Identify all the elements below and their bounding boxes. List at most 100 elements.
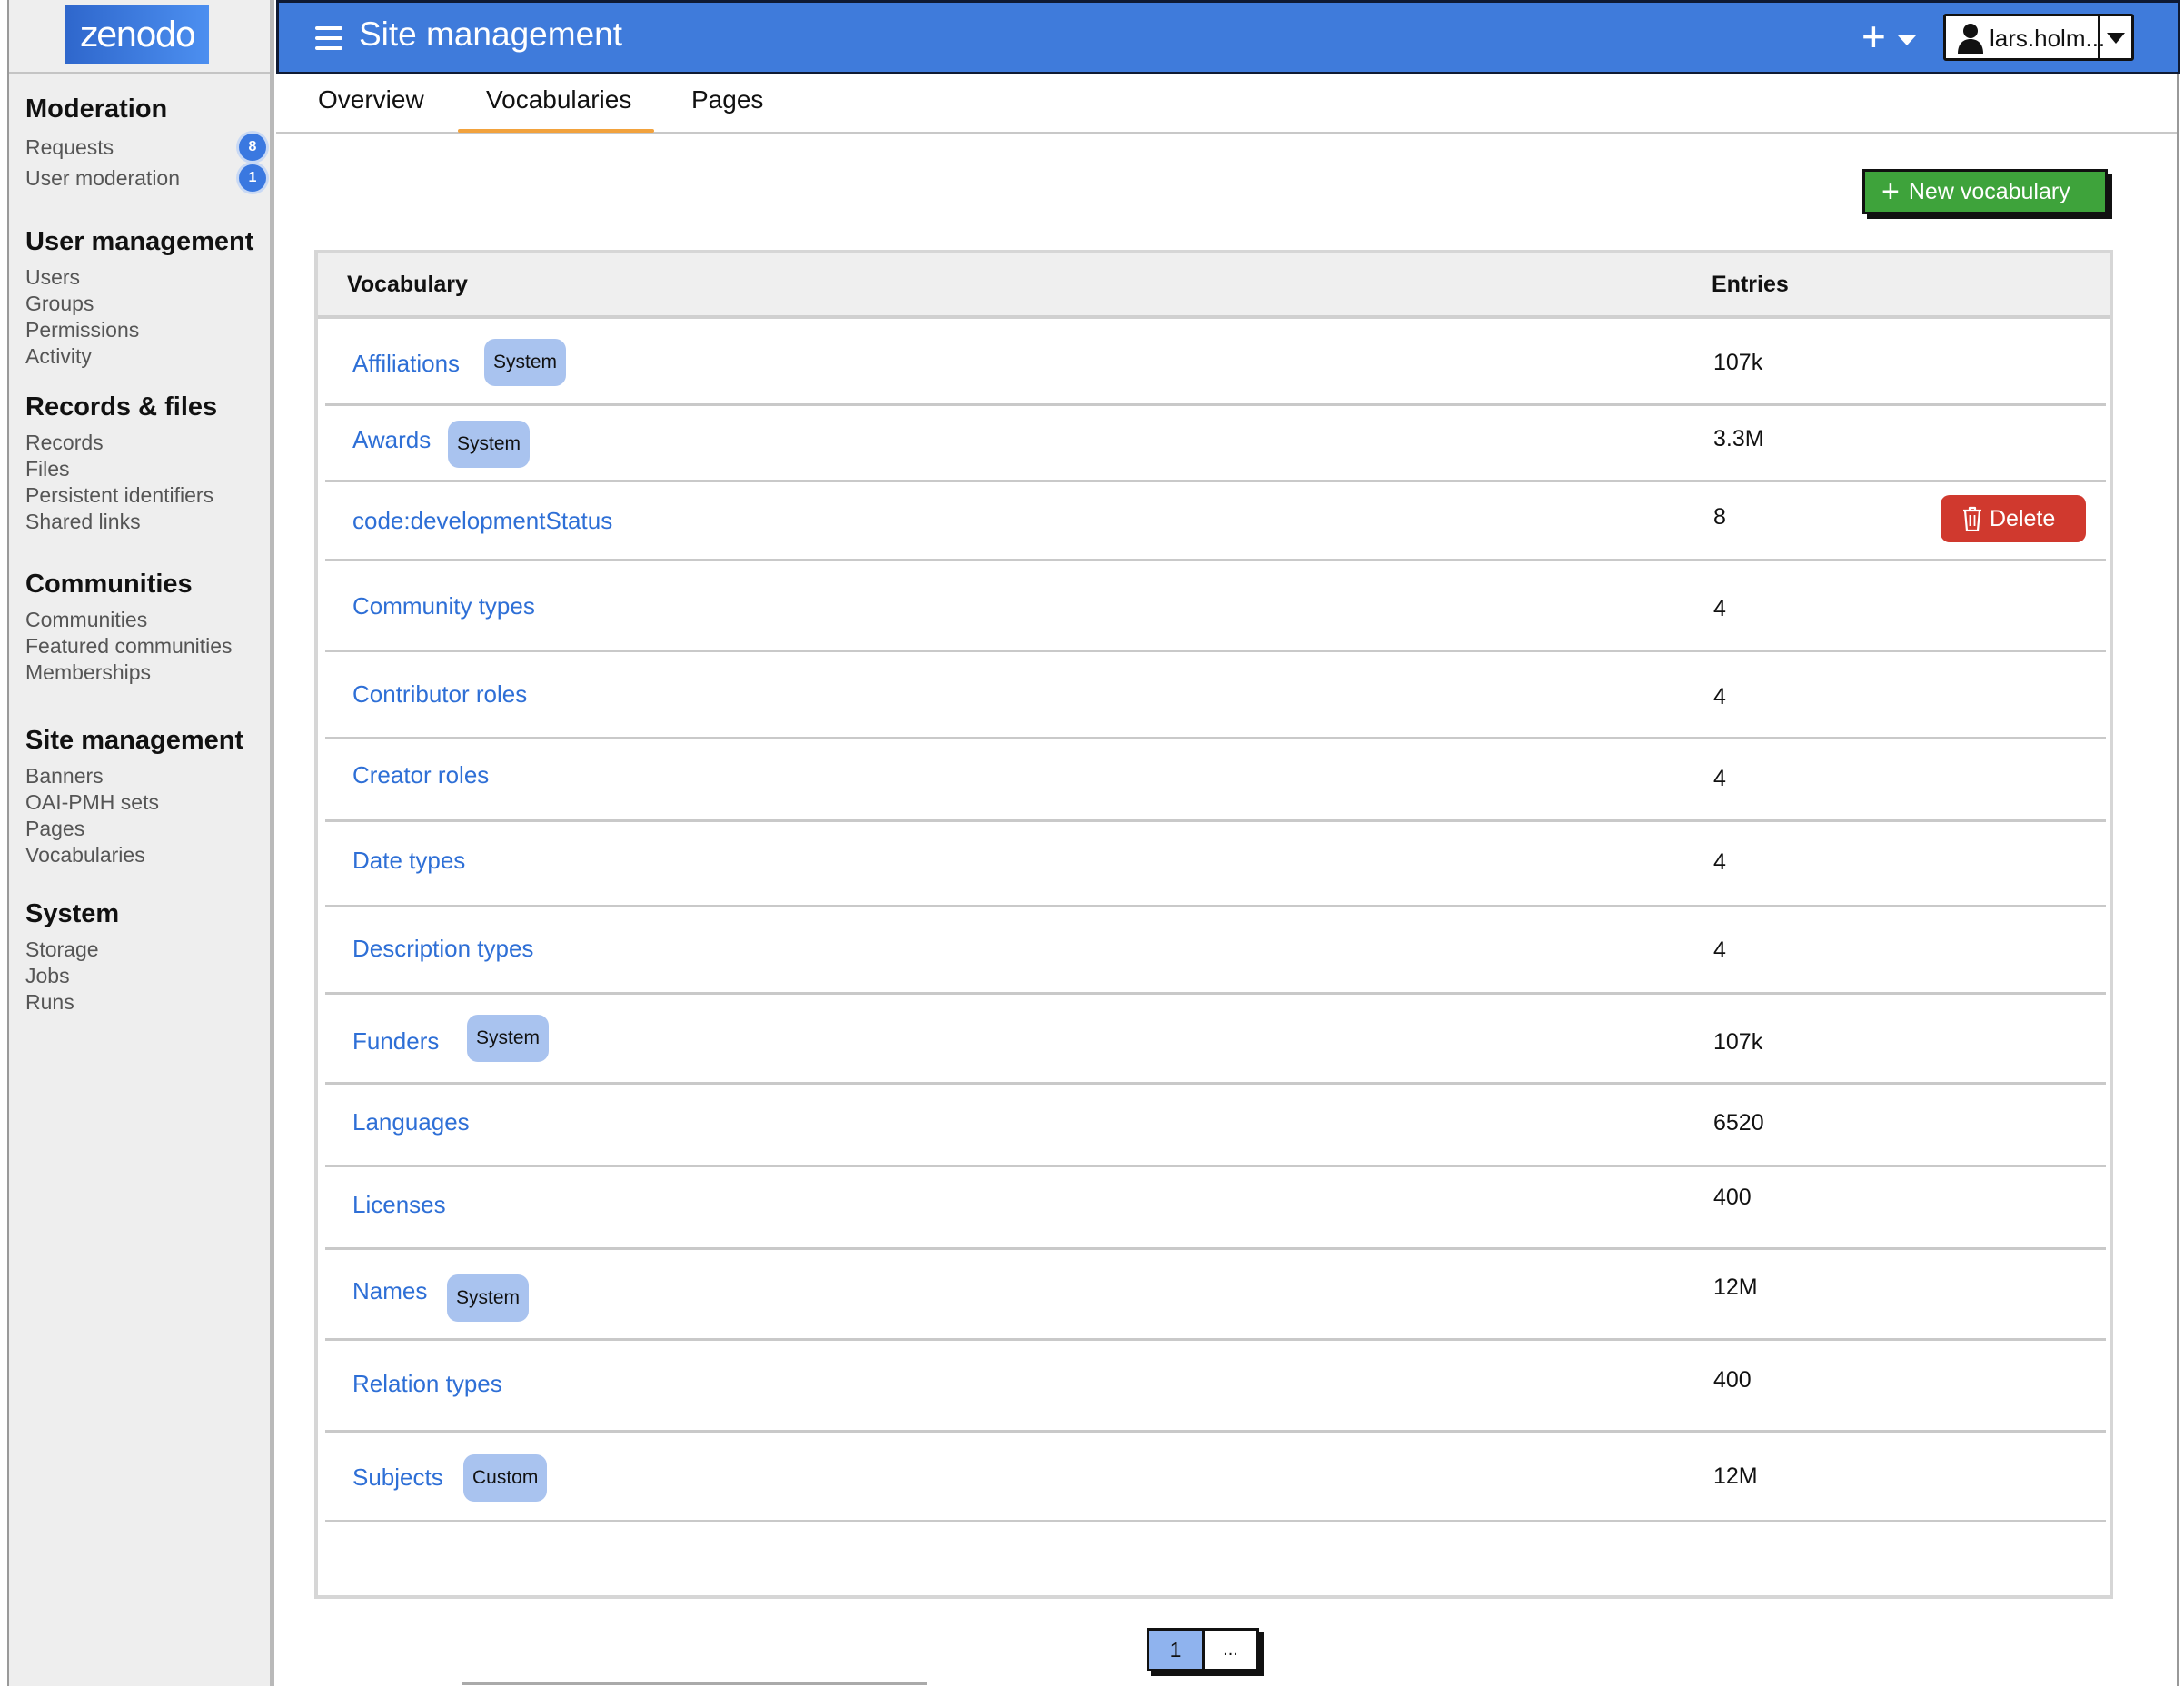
vocabulary-link[interactable]: Languages (352, 1108, 470, 1136)
entries-count: 4 (1713, 937, 1726, 963)
sidebar-item-activity[interactable]: Activity (25, 343, 253, 370)
tab-pages[interactable]: Pages (691, 85, 763, 114)
vocabulary-link[interactable]: Description types (352, 935, 533, 963)
user-icon (1958, 24, 1983, 54)
sidebar-item-records[interactable]: Records (25, 430, 217, 456)
user-moderation-count-badge: 1 (239, 164, 266, 192)
entries-count: 400 (1713, 1185, 1752, 1210)
table-row: Contributor roles 4 (325, 652, 2106, 739)
table-row: Creator roles 4 (325, 739, 2106, 822)
logo-area: zenodo (9, 0, 270, 74)
sidebar-section-title: System (25, 899, 120, 928)
entries-count: 8 (1713, 504, 1726, 530)
column-header-vocabulary: Vocabulary (347, 272, 468, 297)
sidebar-item-memberships[interactable]: Memberships (25, 660, 233, 686)
system-tag: System (447, 1274, 530, 1322)
sidebar-section-site-management: Site management Banners OAI-PMH sets Pag… (25, 726, 243, 868)
user-menu-button[interactable]: lars.holm... (1943, 14, 2134, 61)
sidebar-item-groups[interactable]: Groups (25, 291, 253, 317)
vocabulary-link[interactable]: Contributor roles (352, 680, 527, 709)
sidebar-section-title: User management (25, 227, 254, 256)
vocabulary-link[interactable]: Community types (352, 592, 535, 620)
sidebar-section-title: Site management (25, 726, 244, 755)
page-title: Site management (359, 15, 623, 53)
sidebar-item-shared-links[interactable]: Shared links (25, 509, 217, 535)
tab-vocabularies[interactable]: Vocabularies (486, 85, 631, 114)
table-row: Funders System 107k (325, 995, 2106, 1085)
content-border (2177, 74, 2179, 1686)
page-1-button[interactable]: 1 (1149, 1631, 1205, 1669)
entries-count: 6520 (1713, 1110, 1764, 1136)
sidebar-section-title: Records & files (25, 392, 218, 422)
sidebar-item-label: User moderation (25, 166, 181, 190)
user-name: lars.holm... (1990, 25, 2106, 52)
table-row: Description types 4 (325, 907, 2106, 995)
sidebar-item-pages[interactable]: Pages (25, 816, 243, 842)
user-dropdown-toggle[interactable] (2098, 16, 2131, 58)
table-row: Languages 6520 (325, 1085, 2106, 1167)
sidebar-item-oai-pmh-sets[interactable]: OAI-PMH sets (25, 789, 243, 816)
table-row: code:developmentStatus 8 Delete (325, 482, 2106, 561)
requests-count-badge: 8 (239, 134, 266, 161)
table-row: Affiliations System 107k (325, 319, 2106, 406)
sidebar-item-label: Requests (25, 135, 114, 159)
sidebar-item-users[interactable]: Users (25, 264, 253, 291)
sidebar: zenodo Moderation Requests 8 User modera… (7, 0, 274, 1686)
system-tag: System (448, 421, 531, 468)
vocabulary-link[interactable]: Subjects (352, 1463, 443, 1492)
vocabulary-link[interactable]: Licenses (352, 1191, 446, 1219)
sidebar-section-moderation: Moderation Requests 8 User moderation 1 (25, 94, 266, 193)
sidebar-item-banners[interactable]: Banners (25, 763, 243, 789)
vocabularies-table: Vocabulary Entries Affiliations System 1… (314, 250, 2113, 1599)
sidebar-section-user-management: User management Users Groups Permissions… (25, 227, 253, 370)
vocabulary-link[interactable]: Names (352, 1277, 427, 1305)
vocabulary-link[interactable]: code:developmentStatus (352, 507, 612, 535)
page-more-button[interactable]: ... (1205, 1631, 1256, 1669)
vocabulary-link[interactable]: Affiliations (352, 350, 460, 378)
zenodo-logo[interactable]: zenodo (65, 5, 209, 64)
entries-count: 12M (1713, 1463, 1758, 1489)
vocabulary-link[interactable]: Date types (352, 847, 465, 875)
sidebar-item-storage[interactable]: Storage (25, 937, 119, 963)
chevron-down-icon[interactable] (1898, 35, 1916, 45)
hamburger-menu-icon[interactable] (315, 26, 342, 56)
vocabulary-link[interactable]: Creator roles (352, 761, 489, 789)
horizontal-scrollbar[interactable] (462, 1682, 927, 1685)
entries-count: 3.3M (1713, 426, 1764, 451)
sidebar-section-records-files: Records & files Records Files Persistent… (25, 392, 217, 535)
caret-down-icon (2107, 33, 2125, 44)
sidebar-item-jobs[interactable]: Jobs (25, 963, 119, 989)
column-header-entries: Entries (1712, 272, 1789, 297)
sidebar-item-featured-communities[interactable]: Featured communities (25, 633, 233, 660)
delete-label: Delete (1990, 505, 2056, 531)
table-row: Names System 12M (325, 1250, 2106, 1341)
trash-icon (1963, 506, 1981, 531)
sidebar-item-communities[interactable]: Communities (25, 607, 233, 633)
sidebar-item-requests[interactable]: Requests 8 (25, 132, 266, 163)
sidebar-section-system: System Storage Jobs Runs (25, 899, 119, 1016)
vocabulary-link[interactable]: Awards (352, 426, 431, 454)
sidebar-item-user-moderation[interactable]: User moderation 1 (25, 163, 266, 193)
vocabulary-link[interactable]: Funders (352, 1027, 439, 1056)
sidebar-item-runs[interactable]: Runs (25, 989, 119, 1016)
plus-icon[interactable]: + (1861, 15, 1886, 57)
sidebar-item-permissions[interactable]: Permissions (25, 317, 253, 343)
sidebar-item-files[interactable]: Files (25, 456, 217, 482)
pagination: 1 ... (1147, 1628, 1259, 1671)
new-vocabulary-button[interactable]: + New vocabulary (1862, 169, 2108, 214)
table-row: Subjects Custom 12M (325, 1433, 2106, 1522)
table-row: Community types 4 (325, 561, 2106, 652)
tab-bar: Overview Vocabularies Pages (276, 74, 2179, 134)
entries-count: 4 (1713, 766, 1726, 791)
system-tag: System (467, 1015, 550, 1062)
table-row: Relation types 400 (325, 1341, 2106, 1433)
vocabulary-link[interactable]: Relation types (352, 1370, 502, 1398)
delete-button[interactable]: Delete (1941, 495, 2086, 542)
sidebar-item-persistent-identifiers[interactable]: Persistent identifiers (25, 482, 217, 509)
tab-overview[interactable]: Overview (318, 85, 424, 114)
plus-icon: + (1881, 174, 1900, 209)
sidebar-item-vocabularies[interactable]: Vocabularies (25, 842, 243, 868)
entries-count: 107k (1713, 350, 1763, 375)
table-header: Vocabulary Entries (318, 253, 2110, 319)
sidebar-section-title: Communities (25, 570, 193, 599)
